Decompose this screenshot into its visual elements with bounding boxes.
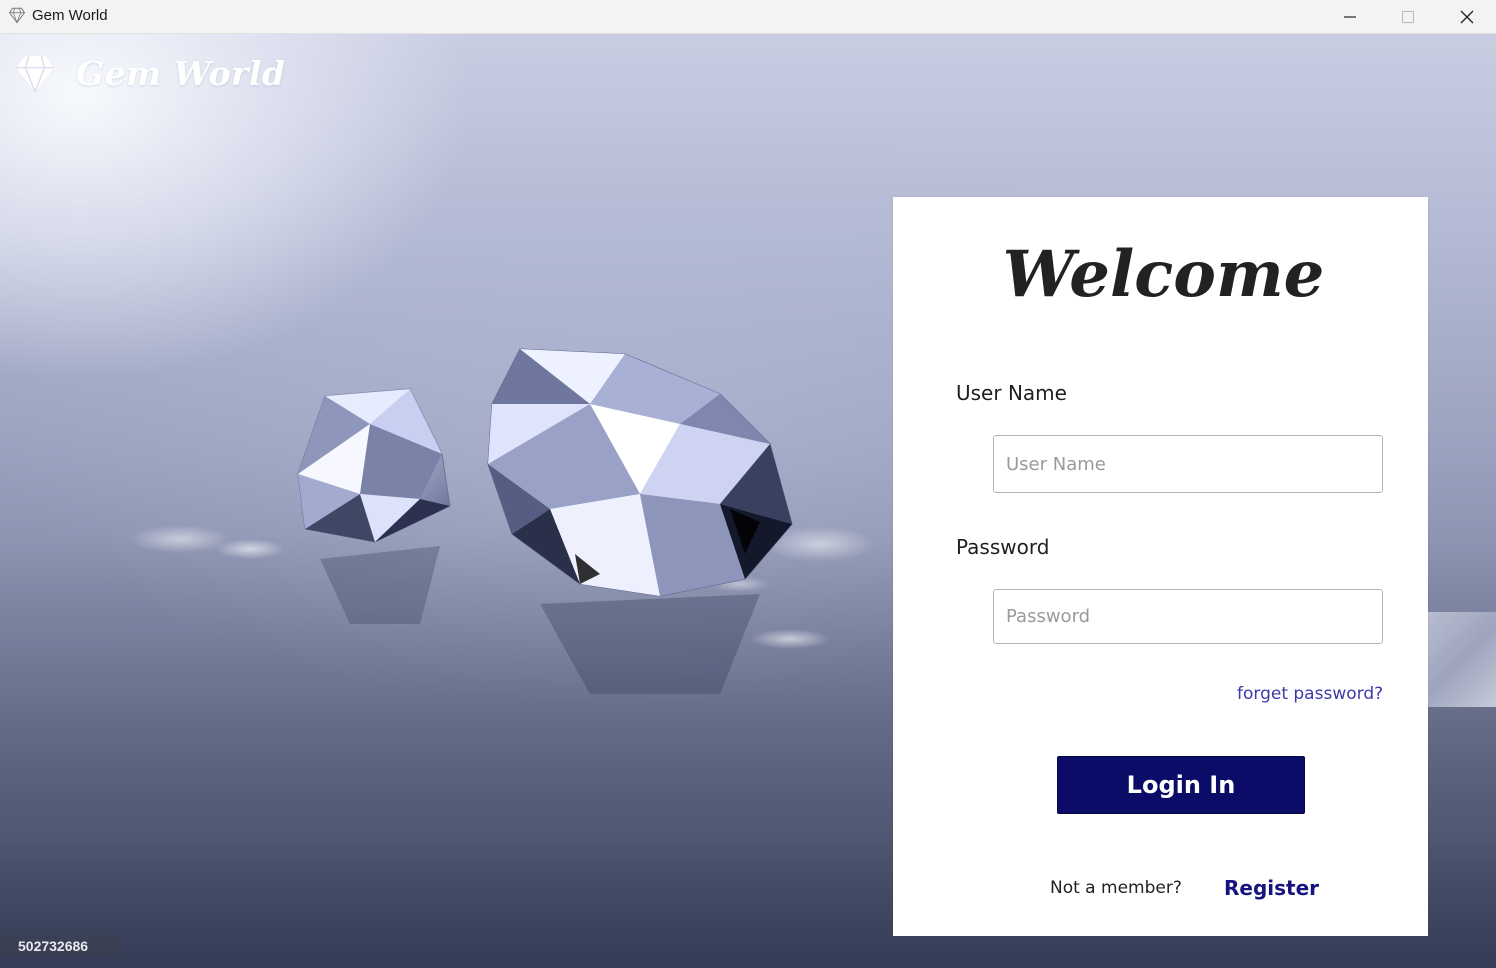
password-input[interactable]: [993, 589, 1383, 644]
diamond-icon: [8, 7, 26, 24]
welcome-heading: Welcome: [1002, 237, 1325, 312]
diamonds-illustration: [130, 348, 875, 694]
brand-name: Gem World: [76, 53, 286, 93]
watermark-id: 502732686: [0, 935, 118, 957]
minimize-icon: [1344, 15, 1356, 18]
forgot-password-link[interactable]: forget password?: [1237, 684, 1383, 704]
brand-logo: Gem World: [14, 52, 285, 94]
maximize-icon: [1401, 10, 1415, 23]
window-title: Gem World: [32, 7, 108, 24]
close-icon: [1460, 10, 1474, 23]
register-link[interactable]: Register: [1224, 876, 1319, 900]
minimize-button[interactable]: [1321, 0, 1379, 33]
close-button[interactable]: [1438, 0, 1496, 33]
login-card: Welcome User Name Password forget passwo…: [893, 197, 1428, 936]
title-bar: Gem World: [0, 0, 1496, 34]
password-label: Password: [956, 535, 1050, 559]
username-label: User Name: [956, 381, 1067, 405]
diamond-icon: [16, 56, 54, 94]
username-input[interactable]: [993, 435, 1383, 493]
login-button[interactable]: Login In: [1057, 756, 1305, 814]
app-window: Gem World Gem World 502732686 Welcome Us…: [0, 0, 1496, 968]
register-prompt: Not a member?: [1050, 878, 1182, 898]
maximize-button[interactable]: [1379, 0, 1437, 33]
background-reflection: [1428, 612, 1496, 707]
